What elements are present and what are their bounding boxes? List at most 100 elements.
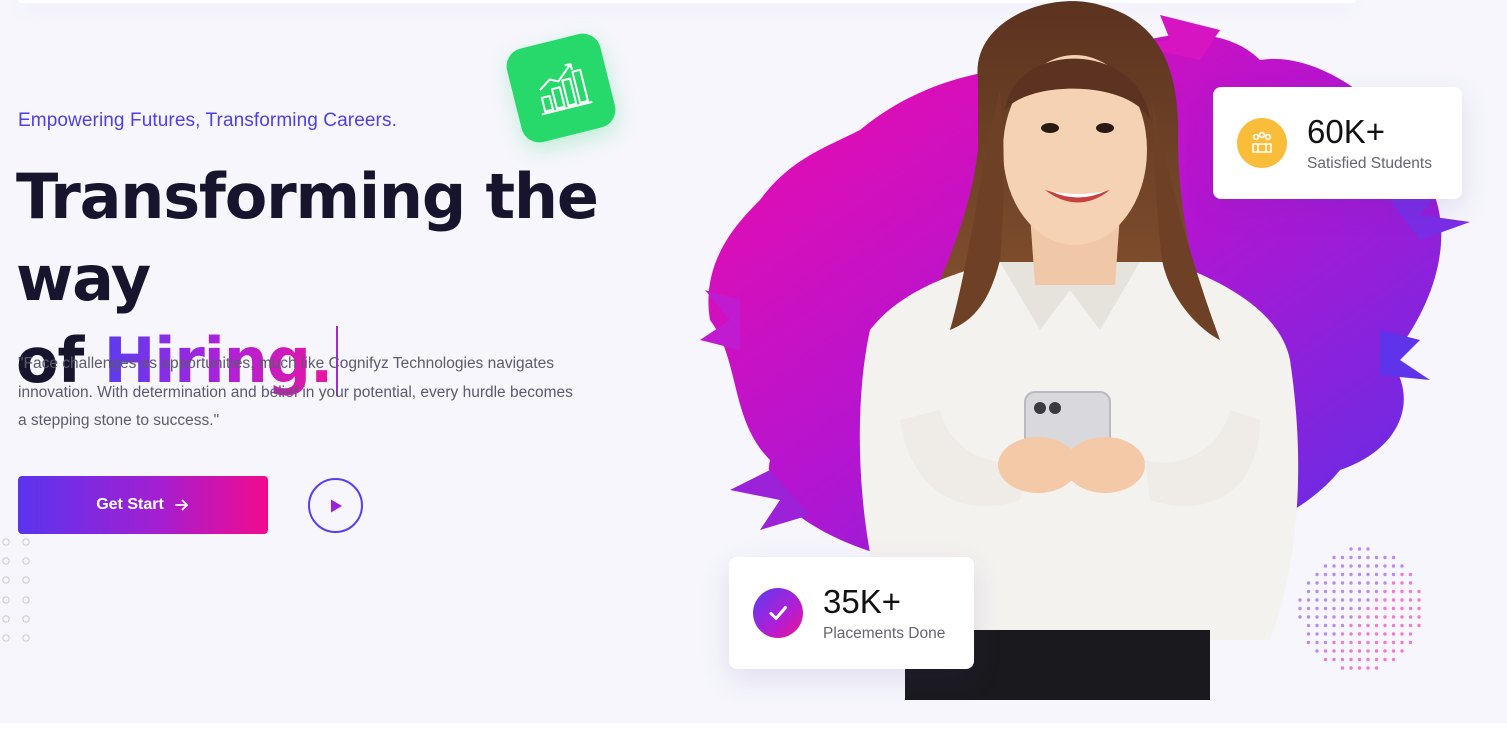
decorative-dot xyxy=(1366,589,1370,594)
decorative-dot xyxy=(1391,572,1396,577)
decorative-dot xyxy=(1408,589,1413,594)
decorative-dot xyxy=(1391,564,1396,568)
decorative-dot xyxy=(1374,572,1379,577)
decorative-dot xyxy=(1357,572,1362,577)
stat-text-students: 60K+ Satisfied Students xyxy=(1307,113,1432,173)
decorative-dot xyxy=(1366,564,1370,568)
decorative-dot xyxy=(1340,649,1345,653)
decorative-dot xyxy=(1374,589,1379,594)
decorative-dot xyxy=(1306,589,1311,594)
decorative-dot xyxy=(1298,615,1302,619)
play-video-button[interactable] xyxy=(308,478,363,533)
decorative-dot xyxy=(1357,666,1362,670)
decorative-dot xyxy=(1357,547,1362,551)
decorative-dot xyxy=(1374,555,1379,560)
decorative-dot xyxy=(1400,615,1404,619)
decorative-dot xyxy=(1332,615,1336,619)
decorative-dot xyxy=(1357,657,1362,662)
decorative-dot xyxy=(1357,649,1362,653)
decorative-dot xyxy=(1315,623,1319,628)
decorative-dot xyxy=(1408,632,1413,636)
decorative-dot xyxy=(1323,572,1328,577)
decorative-dot xyxy=(1340,666,1345,670)
decorative-dot xyxy=(1391,598,1396,602)
decorative-dot xyxy=(1383,649,1387,653)
decorative-dot xyxy=(1357,581,1362,585)
decorative-dot xyxy=(1366,615,1370,619)
decorative-dots-left xyxy=(2,538,30,642)
decorative-dot xyxy=(1366,598,1370,602)
check-icon xyxy=(753,588,803,638)
decorative-dot xyxy=(1417,615,1421,619)
decorative-dot xyxy=(1366,581,1370,585)
decorative-dots-right xyxy=(1298,547,1421,670)
decorative-dot xyxy=(1400,632,1404,636)
decorative-dot xyxy=(1340,632,1345,636)
stat-label: Satisfied Students xyxy=(1307,155,1432,172)
decorative-dot xyxy=(1374,564,1379,568)
decorative-dot xyxy=(1349,589,1353,594)
decorative-dot xyxy=(1315,649,1319,653)
decorative-dot xyxy=(1349,606,1353,611)
decorative-dot xyxy=(1340,615,1345,619)
decorative-dot xyxy=(1366,666,1370,670)
decorative-dot xyxy=(1400,598,1404,602)
decorative-dot xyxy=(1332,555,1336,560)
decorative-dot xyxy=(1349,547,1353,551)
decorative-dot xyxy=(1357,615,1362,619)
decorative-dot xyxy=(1306,581,1311,585)
get-start-button[interactable]: Get Start xyxy=(18,476,268,534)
decorative-dot xyxy=(1340,555,1345,560)
decorative-dot xyxy=(1400,572,1404,577)
decorative-dot xyxy=(1374,632,1379,636)
decorative-dot xyxy=(1383,572,1387,577)
page-bottom-band xyxy=(0,723,1507,731)
decorative-dot xyxy=(1323,606,1328,611)
decorative-dot xyxy=(1298,606,1302,611)
decorative-dot xyxy=(1349,649,1353,653)
decorative-dot xyxy=(1357,589,1362,594)
decorative-dot xyxy=(1323,589,1328,594)
students-icon xyxy=(1237,118,1287,168)
decorative-dot xyxy=(1391,632,1396,636)
decorative-dot xyxy=(1357,564,1362,568)
decorative-dot xyxy=(1417,623,1421,628)
decorative-dot xyxy=(1417,598,1421,602)
growth-badge xyxy=(502,29,620,147)
stat-value: 35K+ xyxy=(823,583,901,620)
hero-tagline: Empowering Futures, Transforming Careers… xyxy=(18,110,397,131)
decorative-dot xyxy=(1315,632,1319,636)
decorative-dot xyxy=(1340,589,1345,594)
decorative-dot xyxy=(1323,623,1328,628)
decorative-dot xyxy=(1349,598,1353,602)
decorative-dot xyxy=(1374,640,1379,645)
decorative-dot xyxy=(1323,657,1328,662)
decorative-dot xyxy=(1408,615,1413,619)
decorative-dot xyxy=(1366,606,1370,611)
decorative-dot xyxy=(1391,606,1396,611)
decorative-dot xyxy=(1391,581,1396,585)
decorative-dot xyxy=(1340,581,1345,585)
decorative-dot xyxy=(1332,649,1336,653)
decorative-dot xyxy=(1357,623,1362,628)
decorative-dot xyxy=(1391,649,1396,653)
decorative-dot xyxy=(1349,555,1353,560)
decorative-dot xyxy=(1315,589,1319,594)
decorative-dot xyxy=(1383,606,1387,611)
decorative-dot xyxy=(1391,615,1396,619)
stat-card-students: 60K+ Satisfied Students xyxy=(1213,87,1462,199)
decorative-dot xyxy=(1374,623,1379,628)
decorative-dot xyxy=(1391,657,1396,662)
decorative-dot xyxy=(1366,640,1370,645)
growth-chart-icon xyxy=(539,62,593,116)
decorative-dot xyxy=(1366,547,1370,551)
decorative-dot xyxy=(1357,632,1362,636)
decorative-dot xyxy=(1400,640,1404,645)
decorative-dot xyxy=(1408,640,1413,645)
decorative-dot xyxy=(1391,623,1396,628)
decorative-dot xyxy=(1408,623,1413,628)
decorative-dot xyxy=(1366,657,1370,662)
decorative-dot xyxy=(1332,589,1336,594)
decorative-dot xyxy=(1391,589,1396,594)
decorative-dot xyxy=(1383,615,1387,619)
